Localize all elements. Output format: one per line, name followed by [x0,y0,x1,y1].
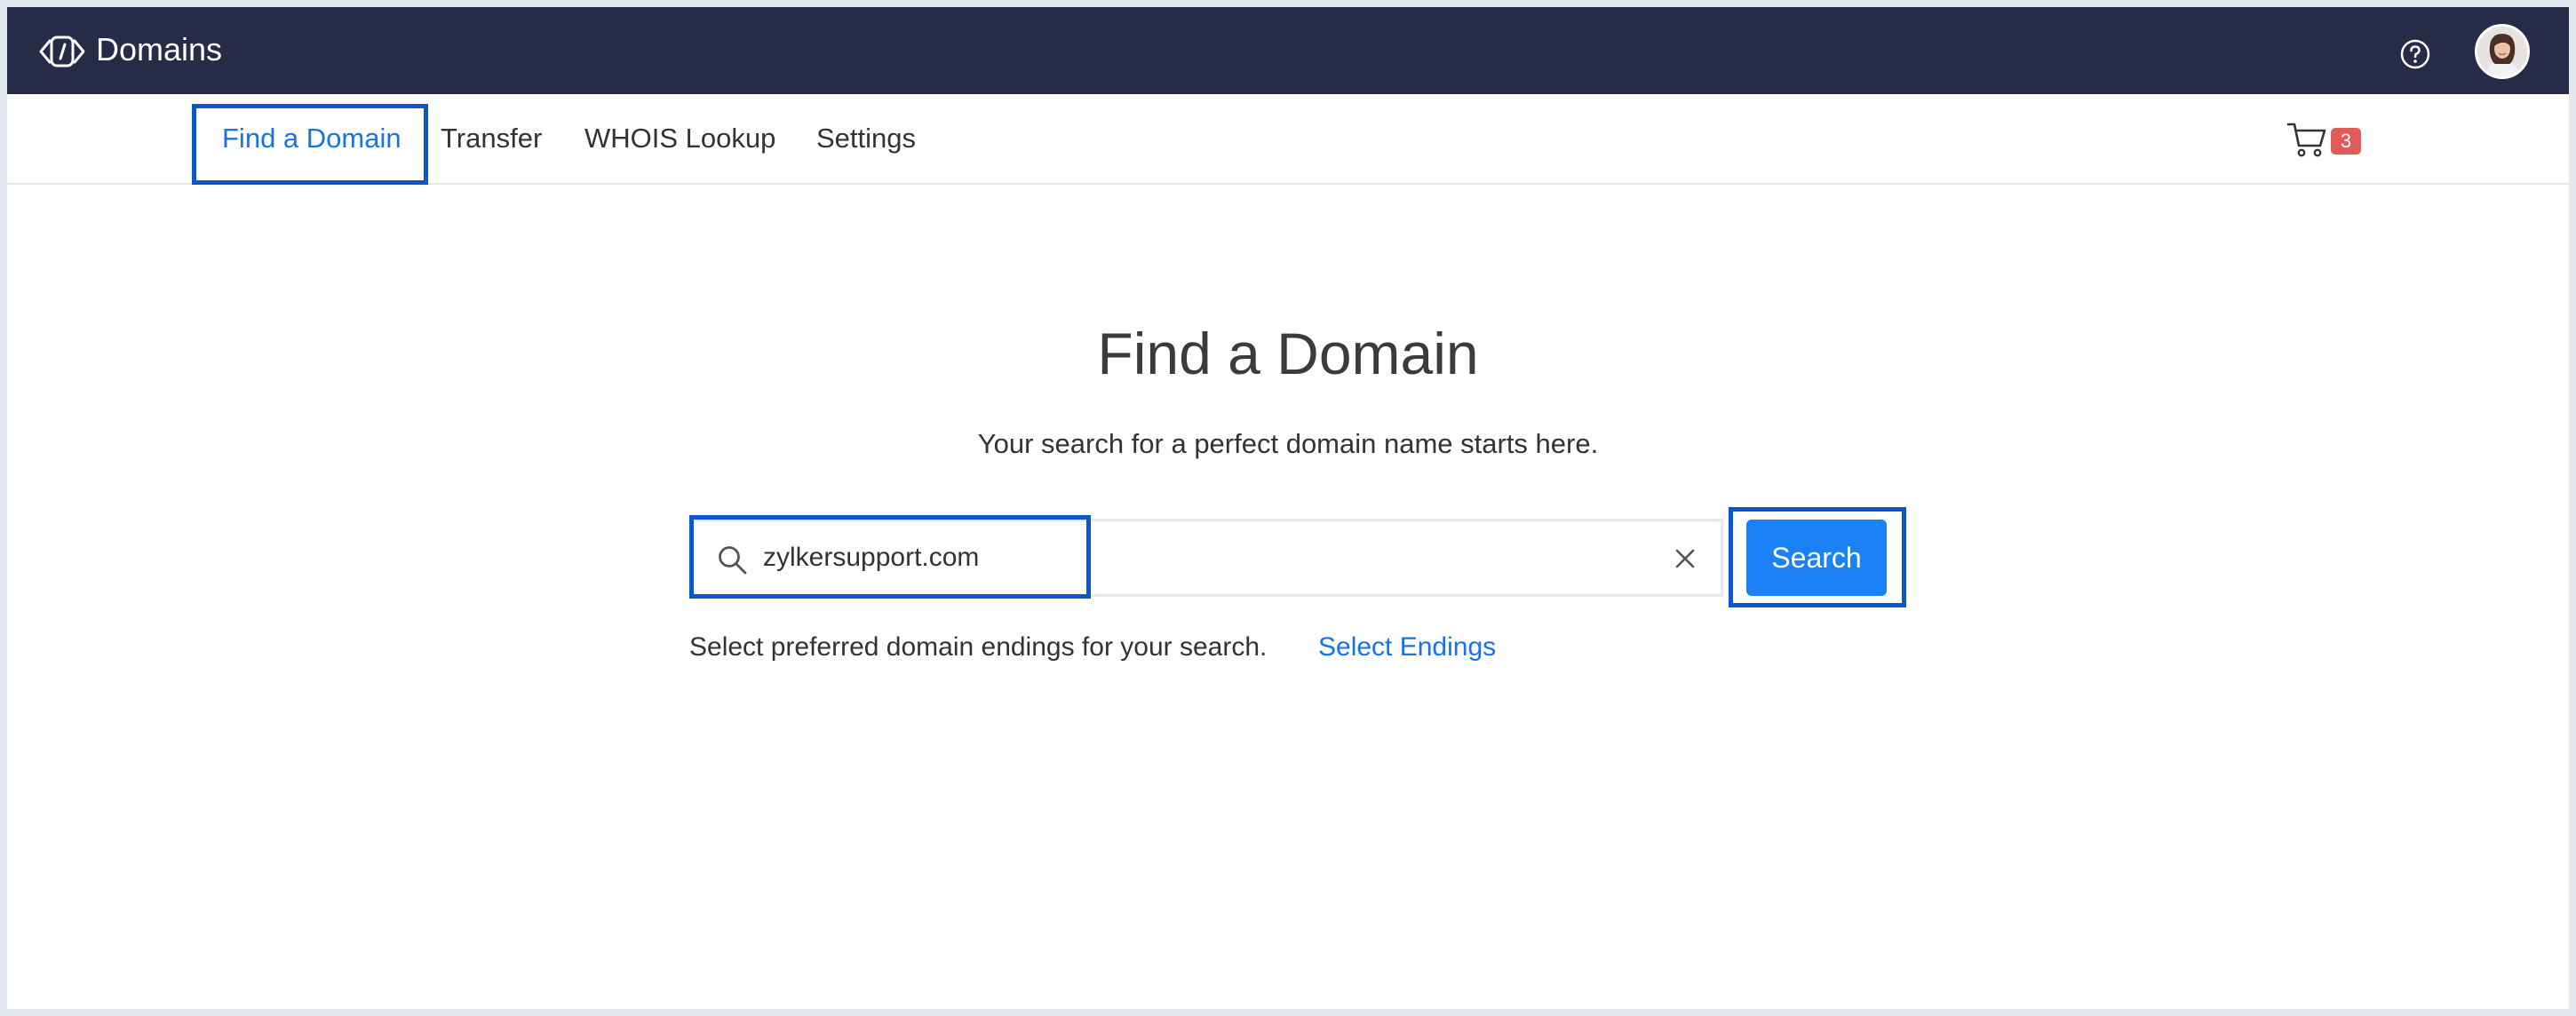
domain-search-input[interactable] [763,534,1634,582]
domain-endings-hint: Select preferred domain endings for your… [689,632,1268,662]
top-header: Domains [7,7,2569,94]
cart-icon[interactable] [2286,121,2327,160]
select-endings-link[interactable]: Select Endings [1318,630,1496,665]
app-title: Domains [96,31,223,67]
search-button[interactable]: Search [1746,520,1887,596]
help-circle-icon[interactable] [2398,37,2432,71]
cart-count-badge: 3 [2331,128,2361,155]
domain-search-box [689,519,1723,597]
tab-whois-lookup[interactable]: WHOIS Lookup [584,121,775,156]
user-avatar[interactable] [2475,24,2530,79]
tab-settings[interactable]: Settings [816,121,916,156]
tab-transfer[interactable]: Transfer [441,121,542,156]
search-icon [717,544,749,576]
close-icon[interactable] [1673,546,1697,571]
page-title: Find a Domain [1097,321,1479,386]
domains-code-icon [37,34,87,69]
active-tab-indicator [222,181,407,185]
page-subtitle: Your search for a perfect domain name st… [977,428,1599,459]
secondary-nav: Find a Domain Transfer WHOIS Lookup Sett… [7,94,2569,185]
tab-find-a-domain[interactable]: Find a Domain [222,121,402,156]
